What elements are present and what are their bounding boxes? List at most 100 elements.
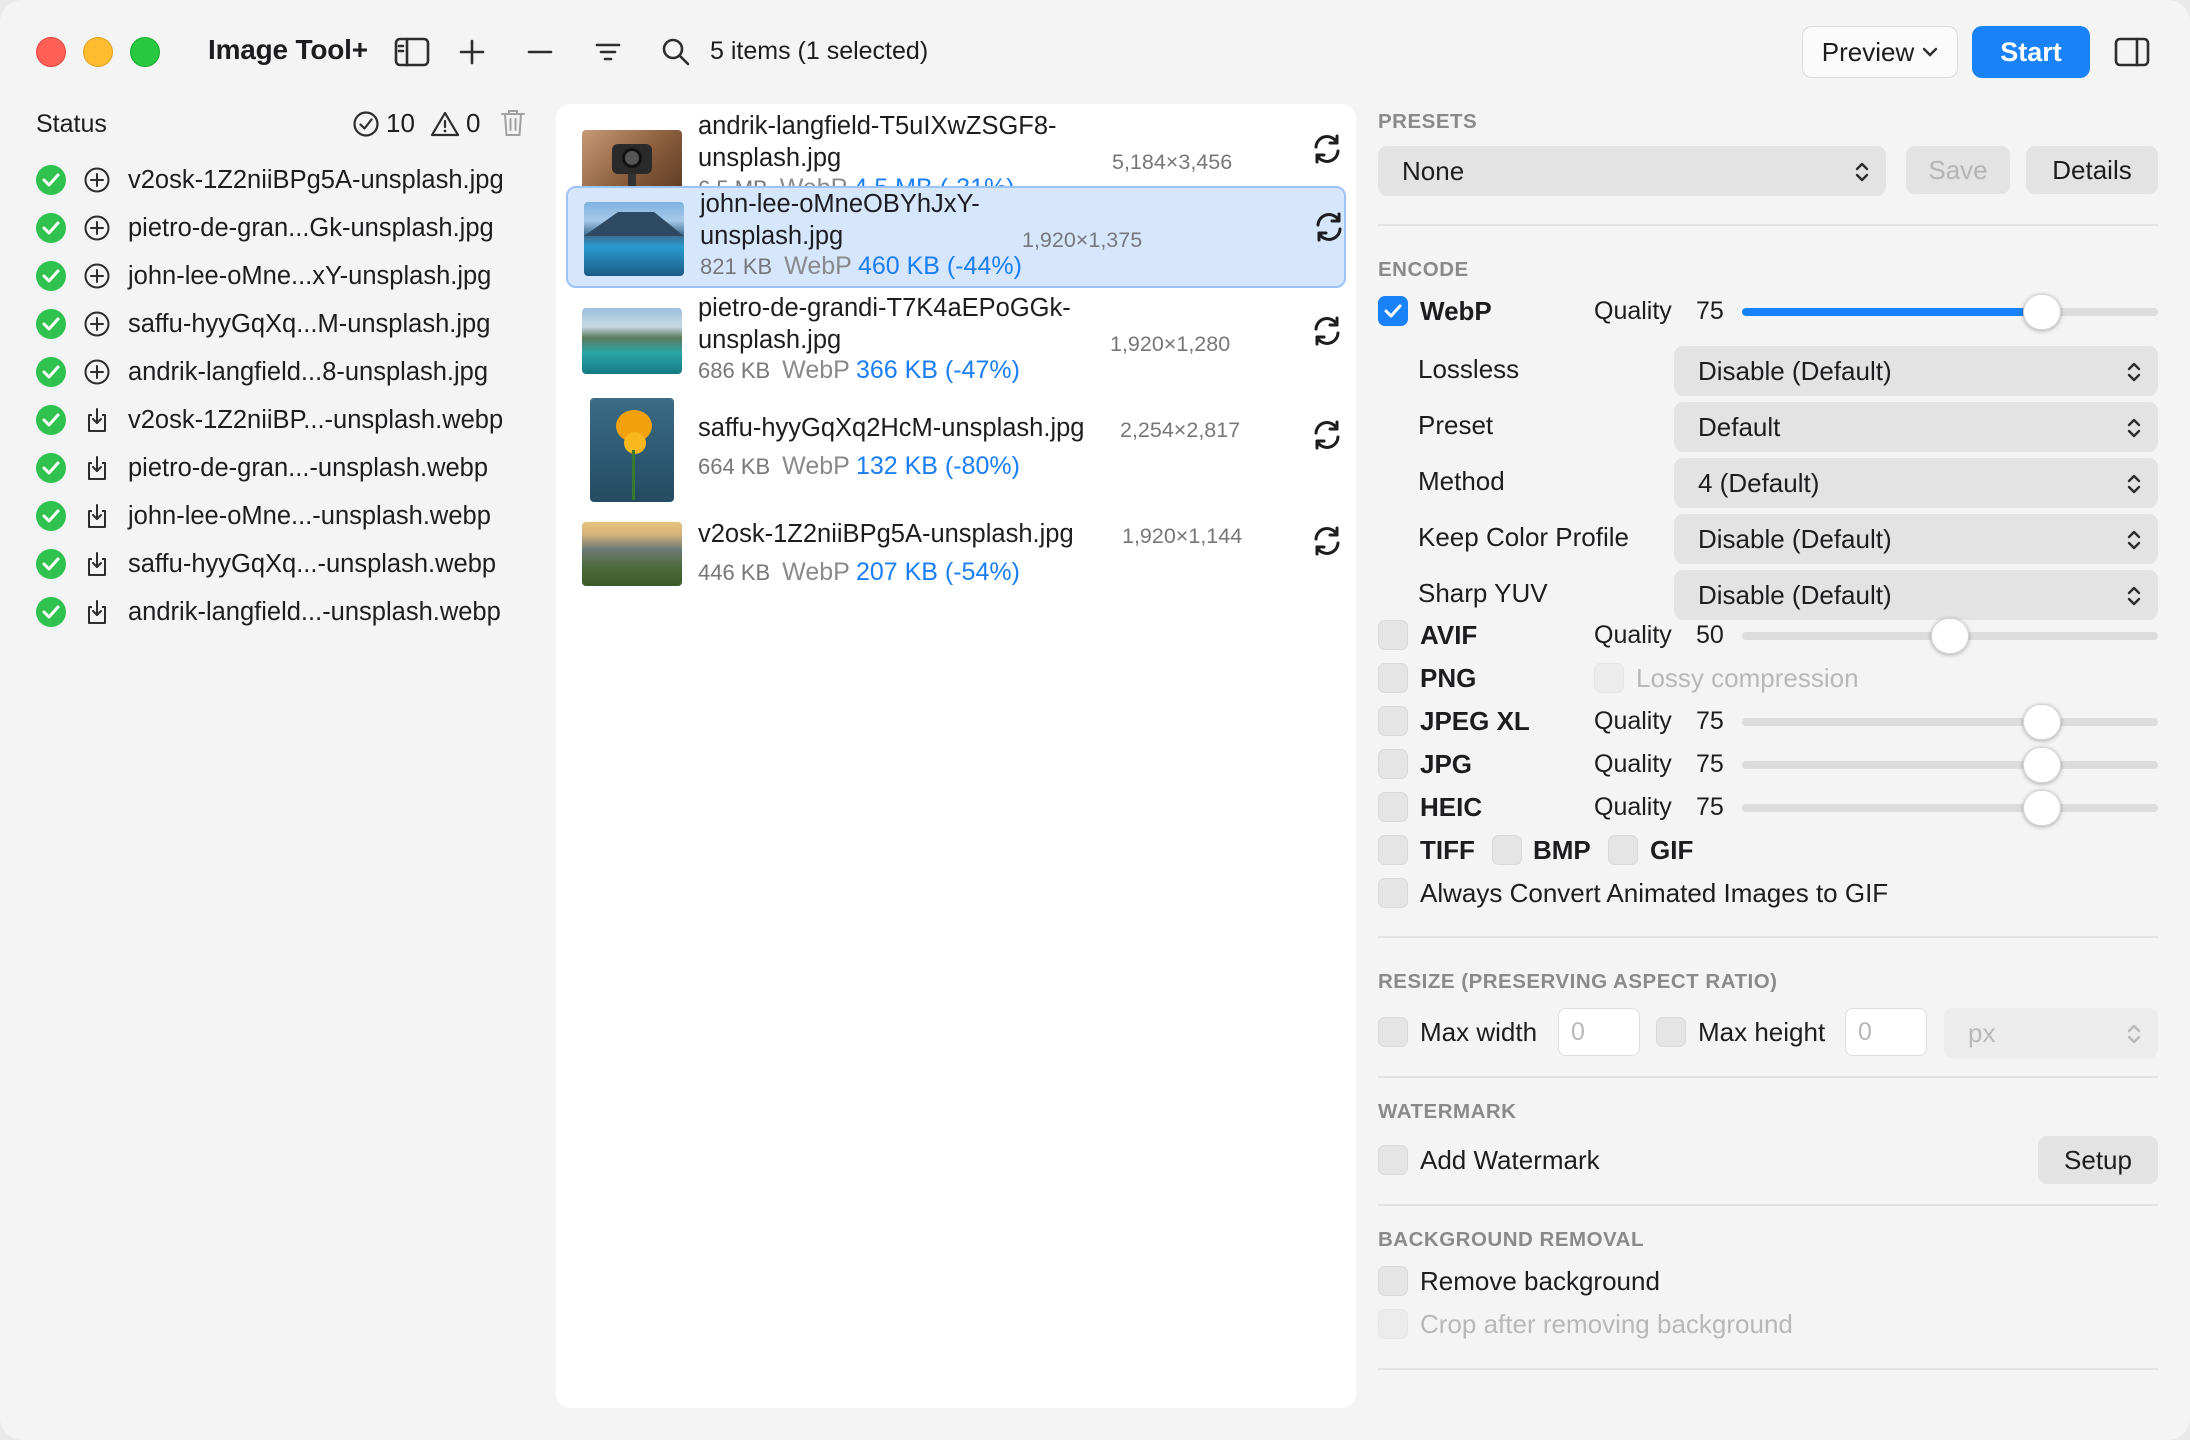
webp-option-select[interactable]: 4 (Default) bbox=[1674, 458, 2158, 508]
preset-select[interactable]: None bbox=[1378, 146, 1886, 196]
convert-icon bbox=[1314, 420, 1340, 450]
slider-knob[interactable] bbox=[2022, 790, 2061, 826]
slider-knob[interactable] bbox=[2022, 704, 2061, 740]
status-list-item[interactable]: pietro-de-gran...-unsplash.webp bbox=[36, 444, 556, 492]
status-list-item[interactable]: john-lee-oMne...-unsplash.webp bbox=[36, 492, 556, 540]
output-size: 207 KB (-54%) bbox=[855, 558, 1020, 586]
toggle-inspector-button[interactable] bbox=[2112, 32, 2152, 72]
webp-option-select[interactable]: Disable (Default) bbox=[1674, 570, 2158, 620]
output-size: 460 KB (-44%) bbox=[857, 252, 1022, 280]
webp-option-select[interactable]: Default bbox=[1674, 402, 2158, 452]
unit-select[interactable]: px bbox=[1944, 1008, 2158, 1058]
status-list-item[interactable]: saffu-hyyGqXq...-unsplash.webp bbox=[36, 540, 556, 588]
max-width-checkbox[interactable] bbox=[1378, 1017, 1408, 1047]
convert-button[interactable] bbox=[1310, 418, 1344, 452]
convert-button[interactable] bbox=[1312, 210, 1346, 244]
convert-button[interactable] bbox=[1310, 314, 1344, 348]
crop-background-label: Crop after removing background bbox=[1420, 1309, 1793, 1339]
success-check-icon bbox=[36, 453, 66, 483]
file-list-row[interactable]: pietro-de-grandi-T7K4aEPoGGk-unsplash.jp… bbox=[566, 292, 1346, 394]
max-height-input[interactable]: 0 bbox=[1845, 1008, 1927, 1056]
max-height-label: Max height bbox=[1698, 1017, 1826, 1047]
status-list-item[interactable]: andrik-langfield...-unsplash.webp bbox=[36, 588, 556, 636]
remove-files-button[interactable] bbox=[520, 32, 560, 72]
webp-checkbox[interactable] bbox=[1378, 296, 1408, 326]
file-name-line: unsplash.jpg bbox=[700, 222, 844, 250]
minimize-window-button[interactable] bbox=[83, 37, 113, 67]
zoom-window-button[interactable] bbox=[130, 37, 160, 67]
avif-checkbox[interactable] bbox=[1378, 620, 1408, 650]
close-window-button[interactable] bbox=[36, 37, 66, 67]
avif-quality-slider[interactable] bbox=[1742, 618, 2158, 654]
file-list: andrik-langfield-T5uIXwZSGF8- unsplash.jp… bbox=[556, 104, 1356, 1408]
webp-quality-slider[interactable] bbox=[1742, 294, 2158, 330]
watermark-setup-button[interactable]: Setup bbox=[2038, 1136, 2158, 1184]
updown-chevron-icon bbox=[2127, 474, 2141, 494]
status-list-item[interactable]: andrik-langfield...8-unsplash.jpg bbox=[36, 348, 556, 396]
convert-button[interactable] bbox=[1310, 524, 1344, 558]
webp-option-select[interactable]: Disable (Default) bbox=[1674, 346, 2158, 396]
webp-option-select[interactable]: Disable (Default) bbox=[1674, 514, 2158, 564]
toggle-sidebar-button[interactable] bbox=[392, 32, 432, 72]
jpegxl-quality-slider[interactable] bbox=[1742, 704, 2158, 740]
slider-knob[interactable] bbox=[1931, 618, 1969, 654]
filter-button[interactable] bbox=[588, 32, 628, 72]
animated-gif-checkbox[interactable] bbox=[1378, 878, 1408, 908]
jpg-checkbox[interactable] bbox=[1378, 749, 1408, 779]
original-size: 821 KB bbox=[700, 254, 773, 279]
status-list-item[interactable]: john-lee-oMne...xY-unsplash.jpg bbox=[36, 252, 556, 300]
clear-status-button[interactable] bbox=[500, 108, 526, 143]
heic-quality-slider[interactable] bbox=[1742, 790, 2158, 826]
jpg-quality-slider[interactable] bbox=[1742, 747, 2158, 783]
gif-checkbox[interactable] bbox=[1608, 835, 1638, 865]
select-value: Disable (Default) bbox=[1698, 355, 1892, 386]
webp-option-label: Method bbox=[1418, 466, 1505, 496]
convert-icon bbox=[1314, 316, 1340, 346]
status-list-item[interactable]: v2osk-1Z2niiBP...-unsplash.webp bbox=[36, 396, 556, 444]
watermark-checkbox[interactable] bbox=[1378, 1145, 1408, 1175]
status-list-item[interactable]: saffu-hyyGqXq...M-unsplash.jpg bbox=[36, 300, 556, 348]
slider-knob[interactable] bbox=[2022, 747, 2061, 783]
tiff-checkbox[interactable] bbox=[1378, 835, 1408, 865]
bmp-label: BMP bbox=[1533, 835, 1591, 865]
status-list-item[interactable]: pietro-de-gran...Gk-unsplash.jpg bbox=[36, 204, 556, 252]
lossy-compression-checkbox[interactable] bbox=[1594, 663, 1624, 693]
status-item-name: v2osk-1Z2niiBP...-unsplash.webp bbox=[128, 405, 504, 434]
success-check-icon bbox=[36, 213, 66, 243]
jpg-label: JPG bbox=[1420, 749, 1473, 779]
png-label: PNG bbox=[1420, 663, 1477, 693]
heic-checkbox[interactable] bbox=[1378, 792, 1408, 822]
resize-heading: RESIZE (PRESERVING ASPECT RATIO) bbox=[1378, 970, 1778, 993]
presets-heading: PRESETS bbox=[1378, 110, 1478, 133]
max-height-checkbox[interactable] bbox=[1656, 1017, 1686, 1047]
slider-knob[interactable] bbox=[2022, 294, 2061, 330]
success-count: 10 bbox=[352, 108, 415, 139]
file-list-row[interactable]: saffu-hyyGqXq2HcM-unsplash.jpg 2,254×2,81… bbox=[566, 398, 1346, 502]
add-files-button[interactable] bbox=[452, 32, 492, 72]
remove-background-checkbox[interactable] bbox=[1378, 1266, 1408, 1296]
select-value: 4 (Default) bbox=[1698, 467, 1820, 498]
save-preset-button[interactable]: Save bbox=[1906, 146, 2010, 194]
convert-button[interactable] bbox=[1310, 132, 1344, 166]
updown-chevron-icon bbox=[2127, 1024, 2141, 1044]
bmp-checkbox[interactable] bbox=[1492, 835, 1522, 865]
divider bbox=[1378, 936, 2158, 938]
file-name-line: pietro-de-grandi-T7K4aEPoGGk- bbox=[698, 294, 1071, 322]
status-list-item[interactable]: v2osk-1Z2niiBPg5A-unsplash.jpg bbox=[36, 156, 556, 204]
image-dimensions: 5,184×3,456 bbox=[1112, 150, 1233, 174]
updown-chevron-icon bbox=[1855, 162, 1869, 182]
details-button[interactable]: Details bbox=[2026, 146, 2158, 194]
png-checkbox[interactable] bbox=[1378, 663, 1408, 693]
jpegxl-checkbox[interactable] bbox=[1378, 706, 1408, 736]
image-thumbnail bbox=[582, 522, 682, 586]
max-width-input[interactable]: 0 bbox=[1558, 1008, 1640, 1056]
file-list-row[interactable]: john-lee-oMneOBYhJxY-unsplash.jpg 1,920×1… bbox=[566, 186, 1346, 288]
status-list: v2osk-1Z2niiBPg5A-unsplash.jpg pietro-de-… bbox=[36, 156, 556, 636]
file-list-row[interactable]: v2osk-1Z2niiBPg5A-unsplash.jpg 1,920×1,14… bbox=[566, 504, 1346, 606]
status-item-name: andrik-langfield...8-unsplash.jpg bbox=[128, 357, 489, 386]
preview-dropdown[interactable]: Preview bbox=[1802, 26, 1958, 78]
crop-background-checkbox[interactable] bbox=[1378, 1309, 1408, 1339]
success-check-icon bbox=[36, 501, 66, 531]
search-button[interactable] bbox=[656, 32, 696, 72]
start-button[interactable]: Start bbox=[1972, 26, 2090, 78]
